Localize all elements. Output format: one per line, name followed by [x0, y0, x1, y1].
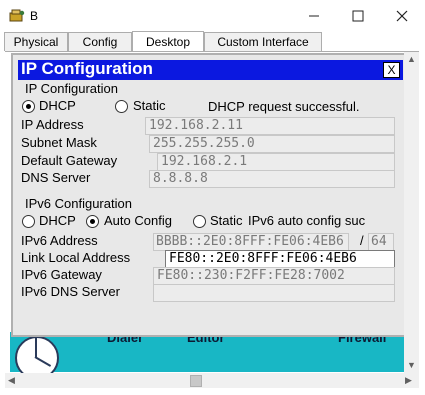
ipv6-static-label: Static — [210, 213, 243, 228]
ipv4-dhcp-radio[interactable] — [22, 100, 35, 113]
link-local-field[interactable]: FE80::2E0:8FFF:FE06:4EB6 — [165, 250, 395, 268]
ipv6-address-field[interactable]: BBBB::2E0:8FFF:FE06:4EB6 — [153, 233, 349, 251]
dns-server-label: DNS Server — [21, 170, 91, 185]
panel-close-button[interactable]: X — [383, 62, 400, 78]
default-gateway-field[interactable]: 192.168.2.1 — [157, 153, 395, 171]
maximize-icon — [352, 10, 364, 22]
prefix-separator: / — [360, 233, 364, 248]
ip-configuration-panel: IP Configuration X IP Configuration DHCP… — [11, 53, 407, 337]
ipv6-group-label: IPv6 Configuration — [25, 196, 132, 211]
ipv6-gateway-field[interactable]: FE80::230:F2FF:FE28:7002 — [153, 267, 395, 285]
ipv6-dhcp-radio[interactable] — [22, 215, 35, 228]
subnet-mask-label: Subnet Mask — [21, 135, 97, 150]
horizontal-scrollbar[interactable]: ◀ ▶ — [5, 373, 419, 388]
scroll-up-icon[interactable]: ▲ — [407, 54, 416, 64]
horizontal-scroll-thumb[interactable] — [190, 375, 202, 387]
minimize-icon — [309, 15, 319, 17]
ipv6-dhcp-label: DHCP — [39, 213, 76, 228]
maximize-button[interactable] — [340, 4, 376, 28]
minimize-button[interactable] — [296, 4, 332, 28]
ipv6-auto-config-radio[interactable] — [86, 215, 99, 228]
ipv6-prefix-field[interactable]: 64 — [368, 233, 394, 251]
close-icon — [396, 10, 408, 22]
tab-config[interactable]: Config — [68, 32, 132, 51]
ipv4-static-label: Static — [133, 98, 166, 113]
default-gateway-label: Default Gateway — [21, 153, 118, 168]
scroll-down-icon[interactable]: ▼ — [407, 360, 416, 370]
ipv6-status-text: IPv6 auto config suc — [248, 213, 366, 228]
panel-title: IP Configuration — [21, 59, 153, 78]
link-local-label: Link Local Address — [21, 250, 131, 265]
panel-header: IP Configuration X — [18, 59, 403, 80]
vertical-scrollbar[interactable]: ▲ ▼ — [404, 52, 419, 373]
tab-desktop[interactable]: Desktop — [132, 31, 204, 51]
dns-server-field[interactable]: 8.8.8.8 — [149, 170, 395, 188]
tab-physical[interactable]: Physical — [4, 32, 68, 51]
ip-address-label: IP Address — [21, 117, 84, 132]
ip-address-field[interactable]: 192.168.2.11 — [145, 117, 395, 135]
close-window-button[interactable] — [384, 4, 420, 28]
ipv4-group-label: IP Configuration — [25, 81, 118, 96]
title-bar: B — [0, 0, 425, 32]
subnet-mask-field[interactable]: 255.255.255.0 — [149, 135, 395, 153]
scroll-left-icon[interactable]: ◀ — [8, 375, 15, 386]
scroll-right-icon[interactable]: ▶ — [405, 375, 412, 386]
ipv6-dns-field[interactable] — [153, 284, 395, 302]
ipv6-static-radio[interactable] — [193, 215, 206, 228]
ipv6-dns-label: IPv6 DNS Server — [21, 284, 120, 299]
window-title: B — [30, 9, 39, 23]
ipv6-address-label: IPv6 Address — [21, 233, 98, 248]
ipv4-static-radio[interactable] — [115, 100, 128, 113]
tab-custom-interface[interactable]: Custom Interface — [204, 32, 322, 51]
ipv4-status-text: DHCP request successful. — [208, 99, 360, 114]
ipv6-gateway-label: IPv6 Gateway — [21, 267, 102, 282]
ipv4-dhcp-label: DHCP — [39, 98, 76, 113]
ipv6-auto-config-label: Auto Config — [104, 213, 172, 228]
app-icon — [9, 9, 25, 22]
